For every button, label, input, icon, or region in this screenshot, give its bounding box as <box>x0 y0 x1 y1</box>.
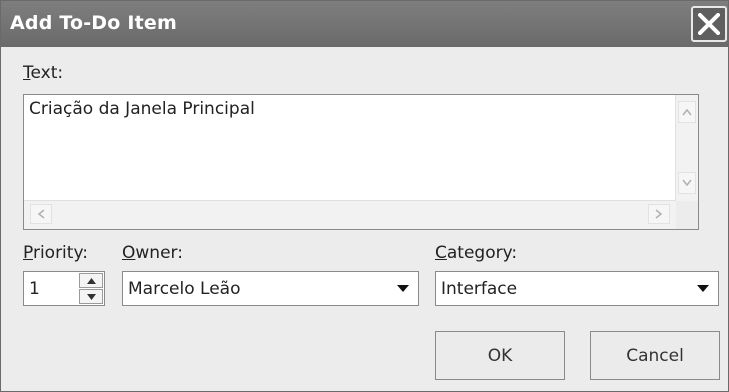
text-area[interactable]: Criação da Janela Principal <box>23 94 699 230</box>
ok-button[interactable]: OK <box>435 331 565 380</box>
chevron-left-icon <box>37 209 45 219</box>
triangle-down-icon <box>697 285 709 292</box>
category-label-rest: ategory: <box>446 243 518 263</box>
scroll-corner <box>676 201 698 229</box>
chevron-right-icon <box>655 209 663 219</box>
priority-label-mnemonic: P <box>23 243 33 263</box>
owner-combobox[interactable]: Marcelo Leão <box>122 271 419 306</box>
category-dropdown-button[interactable] <box>689 273 717 304</box>
priority-label: Priority: <box>23 243 88 263</box>
triangle-up-icon <box>86 277 96 284</box>
title-bar[interactable]: Add To-Do Item <box>1 1 728 47</box>
text-label-rest: ext: <box>30 63 64 83</box>
text-area-value: Criação da Janela Principal <box>29 99 255 119</box>
add-todo-dialog: Add To-Do Item Text: Criação da Janela P… <box>0 0 729 392</box>
text-label-mnemonic: T <box>23 63 31 83</box>
triangle-down-icon <box>86 293 96 300</box>
horizontal-scrollbar[interactable] <box>24 200 676 229</box>
close-button[interactable] <box>691 6 727 42</box>
category-value: Interface <box>441 279 518 299</box>
priority-decrement-button[interactable] <box>79 289 103 304</box>
scroll-up-button[interactable] <box>678 101 696 123</box>
priority-spinner[interactable]: 1 <box>23 271 105 306</box>
dialog-title: Add To-Do Item <box>10 12 177 34</box>
category-combobox[interactable]: Interface <box>435 271 719 306</box>
scroll-left-button[interactable] <box>30 204 52 224</box>
scroll-down-button[interactable] <box>678 172 696 194</box>
text-label: Text: <box>23 63 63 83</box>
owner-label: Owner: <box>122 243 183 263</box>
cancel-button[interactable]: Cancel <box>590 331 720 380</box>
chevron-down-icon <box>682 179 692 187</box>
scroll-right-button[interactable] <box>648 204 670 224</box>
spinner-buttons <box>79 273 103 304</box>
vertical-scrollbar[interactable] <box>675 95 698 201</box>
triangle-down-icon <box>397 285 409 292</box>
category-label: Category: <box>435 243 517 263</box>
owner-label-rest: wner: <box>135 243 183 263</box>
category-label-mnemonic: C <box>435 243 447 263</box>
owner-label-mnemonic: O <box>122 243 136 263</box>
chevron-up-icon <box>682 108 692 116</box>
close-icon <box>698 13 720 35</box>
priority-increment-button[interactable] <box>79 273 103 288</box>
priority-value: 1 <box>29 279 40 299</box>
owner-value: Marcelo Leão <box>128 279 241 299</box>
owner-dropdown-button[interactable] <box>389 273 417 304</box>
priority-label-rest: riority: <box>32 243 88 263</box>
